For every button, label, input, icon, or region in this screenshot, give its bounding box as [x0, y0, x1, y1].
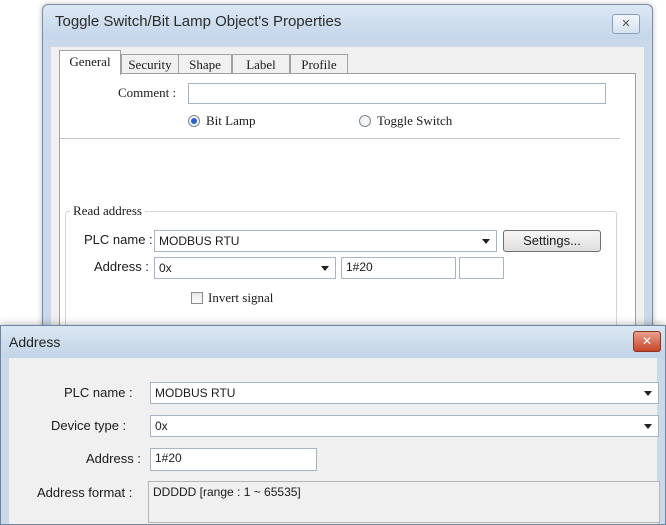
- chevron-down-icon: [321, 266, 329, 271]
- bit-lamp-radio-label[interactable]: Bit Lamp: [206, 113, 255, 129]
- address-format-value: DDDDD [range : 1 ~ 65535]: [148, 481, 660, 523]
- device-type-select-value: 0x: [159, 261, 172, 275]
- tab-general[interactable]: General: [59, 50, 121, 75]
- chevron-down-icon: [644, 424, 652, 429]
- address-dialog-title: Address: [9, 334, 61, 350]
- device-type-label: Device type :: [51, 418, 127, 433]
- chevron-down-icon: [482, 239, 490, 244]
- plc-name-select-value: MODBUS RTU: [159, 234, 240, 248]
- address-device-type-select-value: 0x: [155, 419, 168, 433]
- plc-name-label: PLC name :: [84, 232, 153, 247]
- toggle-switch-radio[interactable]: [359, 115, 371, 127]
- read-address-group-title: Read address: [70, 203, 145, 219]
- device-type-select[interactable]: 0x: [154, 257, 336, 279]
- address-close-button[interactable]: ✕: [633, 331, 661, 352]
- separator: [60, 138, 620, 139]
- address-dialog-address-input[interactable]: 1#20: [150, 448, 317, 471]
- address-plc-name-label: PLC name :: [64, 385, 133, 400]
- settings-button[interactable]: Settings...: [503, 230, 601, 252]
- properties-title-bar[interactable]: Toggle Switch/Bit Lamp Object's Properti…: [43, 5, 652, 39]
- properties-dialog: Toggle Switch/Bit Lamp Object's Properti…: [42, 4, 653, 363]
- tab-profile[interactable]: Profile: [290, 54, 348, 74]
- address-plc-name-select[interactable]: MODBUS RTU: [150, 382, 659, 404]
- address-format-label: Address format :: [37, 485, 133, 500]
- properties-dialog-title: Toggle Switch/Bit Lamp Object's Properti…: [55, 13, 342, 30]
- toggle-switch-radio-label[interactable]: Toggle Switch: [377, 113, 452, 129]
- address-extra-input[interactable]: [459, 257, 504, 279]
- bit-lamp-radio[interactable]: [188, 115, 200, 127]
- address-input[interactable]: 1#20: [341, 257, 456, 279]
- address-label: Address :: [94, 259, 149, 274]
- address-device-type-select[interactable]: 0x: [150, 415, 659, 437]
- properties-close-button[interactable]: ✕: [612, 14, 640, 34]
- general-tab-panel: Comment : Bit Lamp Toggle Switch Read ad…: [59, 73, 636, 363]
- address-title-bar[interactable]: Address ✕: [1, 326, 665, 358]
- tab-label[interactable]: Label: [232, 54, 290, 74]
- address-client-area: PLC name : MODBUS RTU Device type : 0x A…: [9, 358, 660, 524]
- address-plc-name-select-value: MODBUS RTU: [155, 386, 236, 400]
- comment-label: Comment :: [118, 85, 177, 100]
- properties-client-area: General Security Shape Label Profile Com…: [51, 47, 644, 363]
- address-dialog: Address ✕ PLC name : MODBUS RTU Device t…: [0, 325, 666, 525]
- tab-security[interactable]: Security: [121, 54, 179, 74]
- comment-input[interactable]: [188, 83, 606, 104]
- tab-shape[interactable]: Shape: [178, 54, 232, 74]
- invert-signal-label[interactable]: Invert signal: [208, 290, 273, 306]
- plc-name-select[interactable]: MODBUS RTU: [154, 230, 497, 252]
- address-dialog-address-label: Address :: [86, 451, 141, 466]
- invert-signal-checkbox[interactable]: [191, 292, 203, 304]
- chevron-down-icon: [644, 391, 652, 396]
